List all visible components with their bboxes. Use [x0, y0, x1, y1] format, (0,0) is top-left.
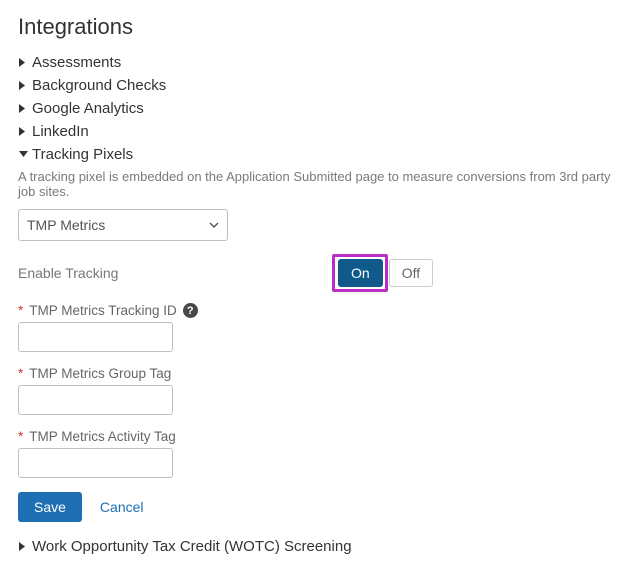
section-wotc[interactable]: Work Opportunity Tax Credit (WOTC) Scree… [18, 536, 618, 557]
chevron-right-icon [18, 80, 32, 91]
field-label: TMP Metrics Group Tag [29, 366, 171, 381]
section-google-analytics[interactable]: Google Analytics [18, 98, 618, 119]
section-label: LinkedIn [32, 123, 89, 140]
chevron-right-icon [18, 57, 32, 68]
chevron-right-icon [18, 126, 32, 137]
section-assessments[interactable]: Assessments [18, 52, 618, 73]
section-label: Google Analytics [32, 100, 144, 117]
group-tag-input[interactable] [18, 385, 173, 415]
cancel-button[interactable]: Cancel [100, 499, 144, 515]
section-label: Assessments [32, 54, 121, 71]
section-linkedin[interactable]: LinkedIn [18, 121, 618, 142]
page-title: Integrations [18, 14, 618, 40]
enable-tracking-toggle: On Off [338, 259, 433, 287]
activity-tag-input[interactable] [18, 448, 173, 478]
required-marker: * [18, 429, 23, 444]
section-description: A tracking pixel is embedded on the Appl… [18, 169, 618, 199]
required-marker: * [18, 303, 23, 318]
chevron-right-icon [18, 541, 32, 552]
tracking-id-input[interactable] [18, 322, 173, 352]
field-label: TMP Metrics Tracking ID [29, 303, 177, 318]
section-label: Work Opportunity Tax Credit (WOTC) Scree… [32, 538, 352, 555]
save-button[interactable]: Save [18, 492, 82, 522]
chevron-right-icon [18, 103, 32, 114]
section-tracking-pixels[interactable]: Tracking Pixels [18, 144, 618, 165]
section-label: Background Checks [32, 77, 166, 94]
field-label: TMP Metrics Activity Tag [29, 429, 176, 444]
provider-select[interactable]: TMP Metrics [18, 209, 228, 241]
chevron-down-icon [18, 150, 32, 159]
toggle-on-button[interactable]: On [338, 259, 383, 287]
section-label: Tracking Pixels [32, 146, 133, 163]
required-marker: * [18, 366, 23, 381]
enable-tracking-label: Enable Tracking [18, 265, 338, 281]
section-background-checks[interactable]: Background Checks [18, 75, 618, 96]
toggle-off-button[interactable]: Off [389, 259, 433, 287]
help-icon[interactable]: ? [183, 303, 198, 318]
